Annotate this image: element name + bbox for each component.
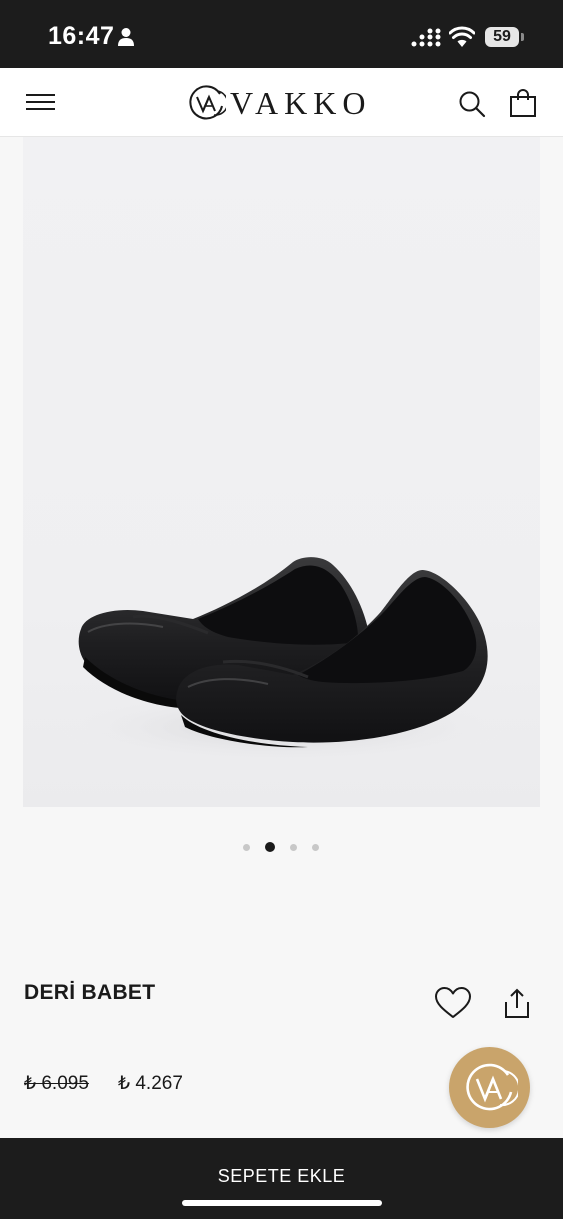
wifi-icon bbox=[449, 26, 475, 47]
ballet-flat-shoes-image bbox=[53, 557, 513, 765]
heart-icon[interactable] bbox=[434, 986, 472, 1020]
add-to-cart-button[interactable]: SEPETE EKLE bbox=[0, 1166, 563, 1187]
carousel-dot-1[interactable] bbox=[243, 844, 250, 851]
search-icon[interactable] bbox=[458, 90, 486, 118]
carousel-dot-4[interactable] bbox=[312, 844, 319, 851]
brand-name: VAKKO bbox=[230, 85, 372, 121]
status-time: 16:47 bbox=[48, 22, 115, 50]
product-image[interactable] bbox=[23, 137, 540, 807]
battery-icon: 59 bbox=[485, 27, 519, 47]
app-header: VAKKO bbox=[0, 68, 563, 137]
person-icon bbox=[118, 28, 134, 46]
hamburger-menu-icon[interactable] bbox=[26, 92, 56, 112]
share-icon[interactable] bbox=[502, 988, 532, 1020]
carousel-dot-3[interactable] bbox=[290, 844, 297, 851]
product-title: DERİ BABET bbox=[24, 981, 156, 1004]
status-bar: 16:47 59 bbox=[0, 0, 563, 68]
battery-tip bbox=[521, 33, 524, 41]
home-indicator bbox=[182, 1200, 382, 1206]
shopping-bag-icon[interactable] bbox=[509, 88, 537, 118]
sale-price: ₺ 4.267 bbox=[118, 1073, 183, 1094]
vakko-chat-badge[interactable] bbox=[449, 1047, 530, 1128]
cellular-signal-icon bbox=[411, 28, 441, 47]
vakko-logo-mark bbox=[189, 85, 226, 120]
original-price: ₺ 6.095 bbox=[24, 1073, 89, 1094]
vakko-badge-logo-icon bbox=[466, 1063, 518, 1111]
image-carousel-dots bbox=[243, 842, 323, 852]
brand-logo[interactable]: VAKKO bbox=[186, 82, 391, 124]
carousel-dot-2[interactable] bbox=[265, 842, 275, 852]
add-to-cart-bar[interactable]: SEPETE EKLE bbox=[0, 1138, 563, 1219]
